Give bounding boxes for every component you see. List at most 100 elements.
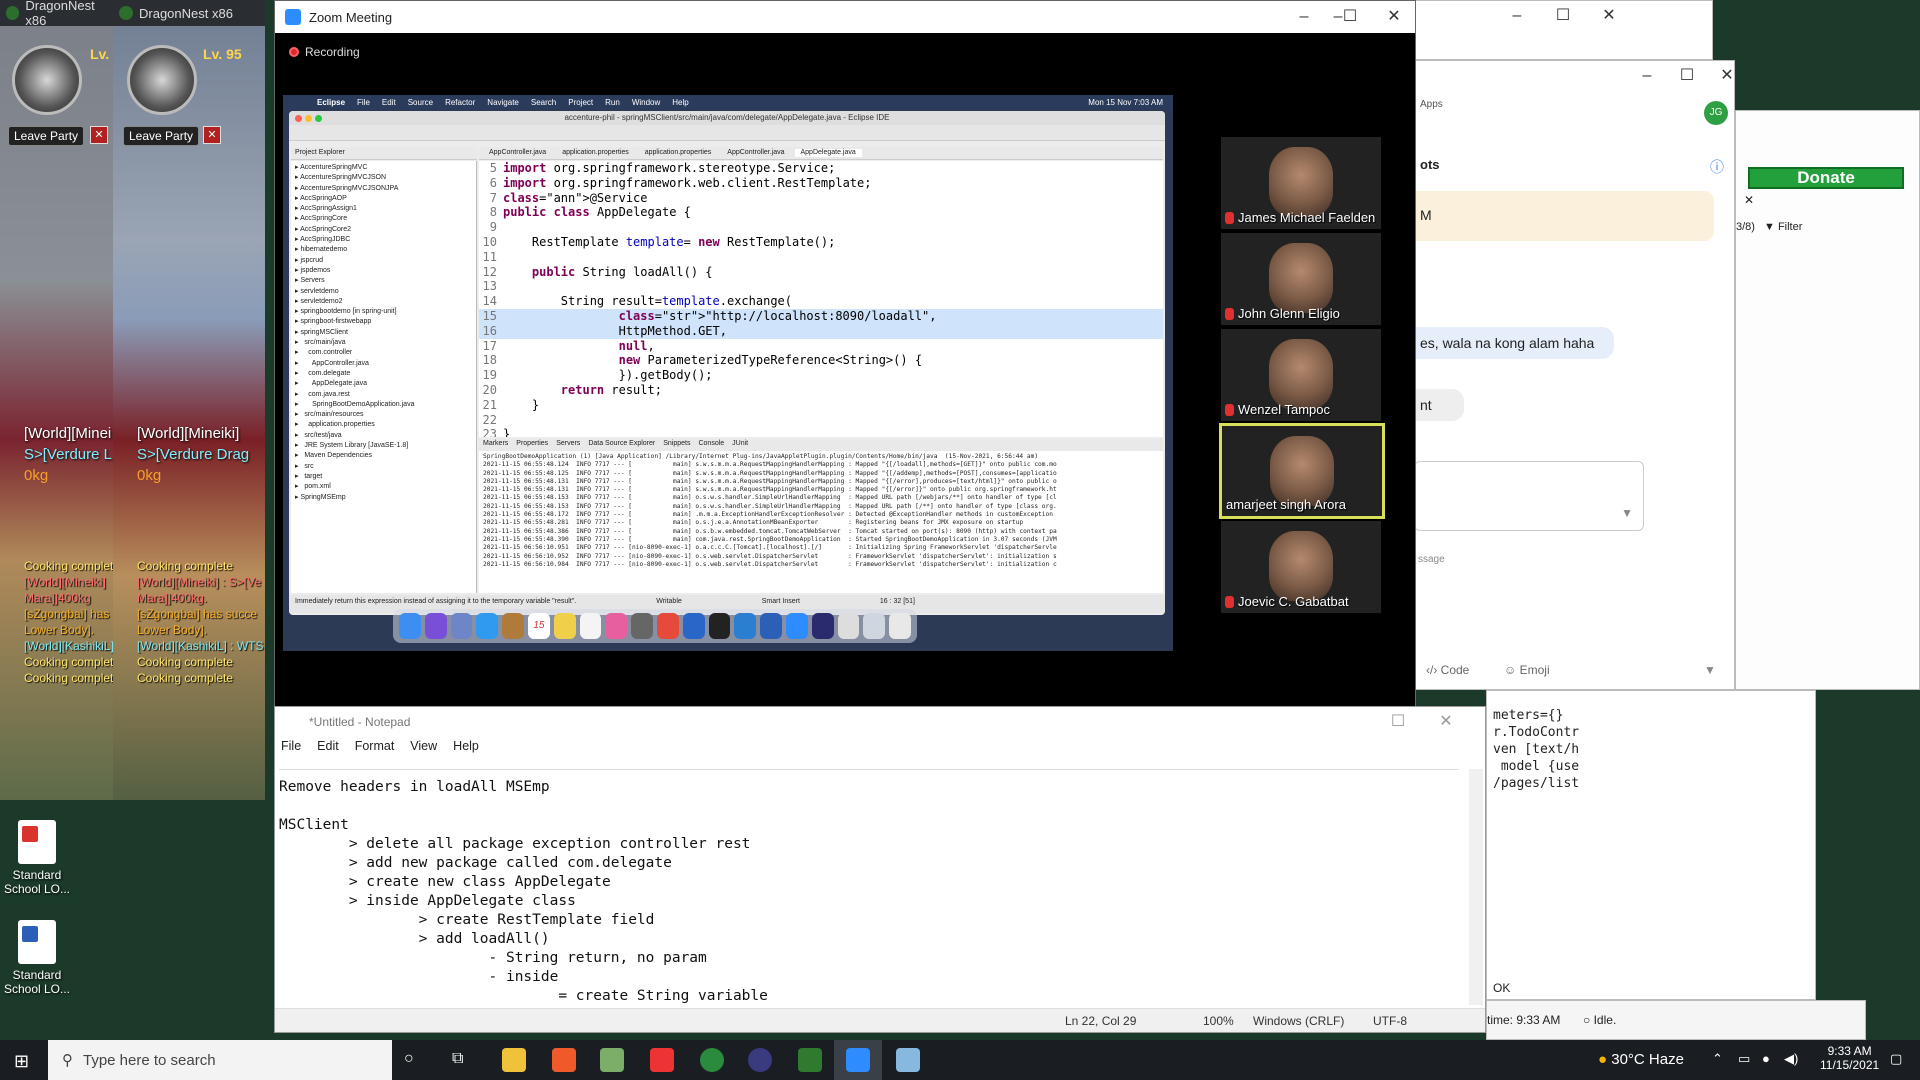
game-window-1[interactable]: DragonNest x86 Lv. Leave Party ✕ [World]… [0, 0, 120, 800]
vscode-icon[interactable] [734, 613, 757, 639]
tree-item[interactable]: ▸ servletdemo [295, 287, 472, 297]
donate-button[interactable]: Donate [1748, 167, 1904, 189]
siri-icon[interactable] [424, 613, 447, 639]
console-tab[interactable]: Servers [556, 440, 580, 450]
menu-item[interactable]: Window [632, 98, 660, 107]
close-icon[interactable]: ✕ [1704, 61, 1750, 91]
recording-indicator[interactable]: Recording [289, 45, 360, 59]
editor-tab[interactable]: AppController.java [721, 149, 790, 157]
code-line[interactable]: 19 }).getBody(); [479, 368, 1163, 383]
app-icon[interactable] [600, 1048, 624, 1072]
code-line[interactable]: 17 null, [479, 339, 1163, 354]
zoom-dot-icon[interactable] [315, 115, 322, 122]
editor-tab[interactable]: application.properties [556, 149, 635, 157]
tree-item[interactable]: ▸ springMSClient [295, 328, 472, 338]
tree-item[interactable]: ▸ AccSpringCore [295, 214, 472, 224]
code-editor[interactable]: 5 import org.springframework.stereotype.S… [479, 161, 1163, 437]
close-icon[interactable]: ✕ [203, 126, 221, 144]
notepad-window[interactable]: *Untitled - Notepad ☐ ✕ File Edit Format… [274, 706, 1486, 1033]
tree-item[interactable]: ▸ pom.xml [295, 482, 472, 492]
file-explorer-icon[interactable] [502, 1048, 526, 1072]
donate-panel[interactable]: Donate ✕ 3/8) ▼ Filter [1735, 110, 1920, 690]
bg-window-top[interactable]: – ☐ ✕ [1413, 0, 1713, 60]
code-line[interactable]: 23} [479, 427, 1163, 437]
code-line[interactable]: 6 import org.springframework.web.client.R… [479, 176, 1163, 191]
code-line[interactable]: 16 HttpMethod.GET, [479, 323, 1163, 339]
volume-icon[interactable]: ◀) [1784, 1051, 1798, 1067]
tree-item[interactable]: ▸ JRE System Library [JavaSE-1.8] [295, 441, 472, 451]
task-view-icon[interactable]: ⧉ [452, 1050, 463, 1068]
zoom-window[interactable]: Zoom Meeting – – ☐ ✕ Recording Eclipse F… [274, 0, 1416, 716]
close-icon[interactable]: ✕ [1586, 1, 1632, 31]
code-line[interactable]: 18 new ParameterizedTypeReference<String… [479, 353, 1163, 368]
zoom-taskbar-active[interactable] [834, 1040, 882, 1080]
tree-item[interactable]: ▸ AccSpringAOP [295, 194, 472, 204]
vertical-scrollbar[interactable] [1469, 769, 1483, 1005]
code-line[interactable]: 11 [479, 250, 1163, 265]
tray-chevron-icon[interactable]: ⌃ [1712, 1051, 1723, 1067]
tree-item[interactable]: ▸ src [295, 462, 472, 472]
menu-item[interactable]: Search [531, 98, 556, 107]
taskbar-search[interactable]: ⚲ Type here to search [48, 1040, 392, 1080]
tree-item[interactable]: ▸ com.java.rest [295, 390, 472, 400]
console-tab[interactable]: Properties [516, 440, 548, 450]
console-tabs[interactable]: Markers Properties Servers Data Source Expl… [479, 439, 1163, 451]
tree-item[interactable]: ▸ AppController.java [295, 359, 472, 369]
tree-item[interactable]: ▸ springboot-firstwebapp [295, 317, 472, 327]
editor-tab[interactable]: AppController.java [483, 149, 552, 157]
participant-tile[interactable]: Wenzel Tampoc [1221, 329, 1381, 421]
tree-item[interactable]: ▸ application.properties [295, 420, 472, 430]
hs-icon[interactable] [700, 1048, 724, 1072]
eclipse-window[interactable]: accenture-phil - springMSClient/src/main… [289, 111, 1165, 615]
console-tab[interactable]: JUnit [732, 440, 748, 450]
tree-item[interactable]: ▸ Servers [295, 276, 472, 286]
project-explorer[interactable]: ▸ AccentureSpringMVC ▸ AccentureSpringMVC… [291, 161, 477, 593]
filter-icon[interactable]: ▼ [1621, 506, 1633, 520]
photos-icon[interactable] [605, 613, 628, 639]
participant-tile-active[interactable]: amarjeet singh Arora [1219, 423, 1385, 519]
avatar[interactable] [12, 45, 82, 115]
menu-item[interactable]: Help [672, 98, 688, 107]
editor-tabs[interactable]: AppController.java application.properties… [479, 147, 1163, 160]
code-line[interactable]: 8 public class AppDelegate { [479, 205, 1163, 220]
minimize-icon[interactable]: – [1281, 2, 1327, 32]
tree-item[interactable]: ▸ springbootdemo [in spring-unit] [295, 307, 472, 317]
menu-item[interactable]: Edit [382, 98, 396, 107]
chat-window[interactable]: – ☐ ✕ Apps JG ots ⓘ M es, wala na kong a… [1413, 60, 1735, 690]
apps-label[interactable]: Apps [1420, 99, 1443, 110]
maximize-icon[interactable]: ☐ [1375, 707, 1421, 737]
code-line[interactable]: 14 String result=template.exchange( [479, 294, 1163, 309]
mac-dock[interactable]: 15 [393, 609, 917, 643]
chrome-icon[interactable] [656, 613, 679, 639]
eclipse-toolbar[interactable] [289, 125, 1165, 141]
tree-item[interactable]: ▸ target [295, 472, 472, 482]
desktop-icon-pdf[interactable]: Standard School LO... [2, 820, 72, 896]
menu-item[interactable]: Eclipse [317, 98, 345, 107]
dragonnest-icon[interactable] [798, 1048, 822, 1072]
network-icon[interactable]: ▭ [1738, 1051, 1750, 1067]
code-line[interactable]: 21 } [479, 398, 1163, 413]
tree-item[interactable]: ▸ src/test/java [295, 431, 472, 441]
filter-button[interactable]: ▼ Filter [1764, 221, 1802, 233]
editor-tab[interactable]: AppDelegate.java [794, 149, 862, 157]
trash-icon[interactable] [889, 613, 911, 639]
calendar-icon[interactable]: 15 [527, 613, 550, 639]
tree-item[interactable]: ▸ jspdemos [295, 266, 472, 276]
reminders-icon[interactable] [579, 613, 602, 639]
game-window-2[interactable]: DragonNest x86 Lv. 95 Leave Party ✕ [Wor… [113, 0, 265, 800]
info-icon[interactable]: ⓘ [1710, 157, 1724, 177]
menu-item[interactable]: Project [568, 98, 593, 107]
safari-icon[interactable] [476, 613, 499, 639]
code-line[interactable]: 7 class="ann">@Service [479, 191, 1163, 206]
tree-item[interactable]: ▸ servletdemo2 [295, 297, 472, 307]
settings-icon[interactable] [631, 613, 653, 639]
brave-icon[interactable] [552, 1048, 576, 1072]
maximize-icon[interactable]: ☐ [1327, 2, 1373, 32]
tree-item[interactable]: ▸ AppDelegate.java [295, 379, 472, 389]
clock[interactable]: 9:33 AM 11/15/2021 [1820, 1044, 1879, 1072]
eclipse-icon[interactable] [748, 1048, 772, 1072]
code-line[interactable]: 15 class="str">"http://localhost:8090/lo… [479, 308, 1163, 324]
tree-item[interactable]: ▸ SpringBootDemoApplication.java [295, 400, 472, 410]
console-tab[interactable]: Console [698, 440, 724, 450]
tree-item[interactable]: ▸ com.delegate [295, 369, 472, 379]
